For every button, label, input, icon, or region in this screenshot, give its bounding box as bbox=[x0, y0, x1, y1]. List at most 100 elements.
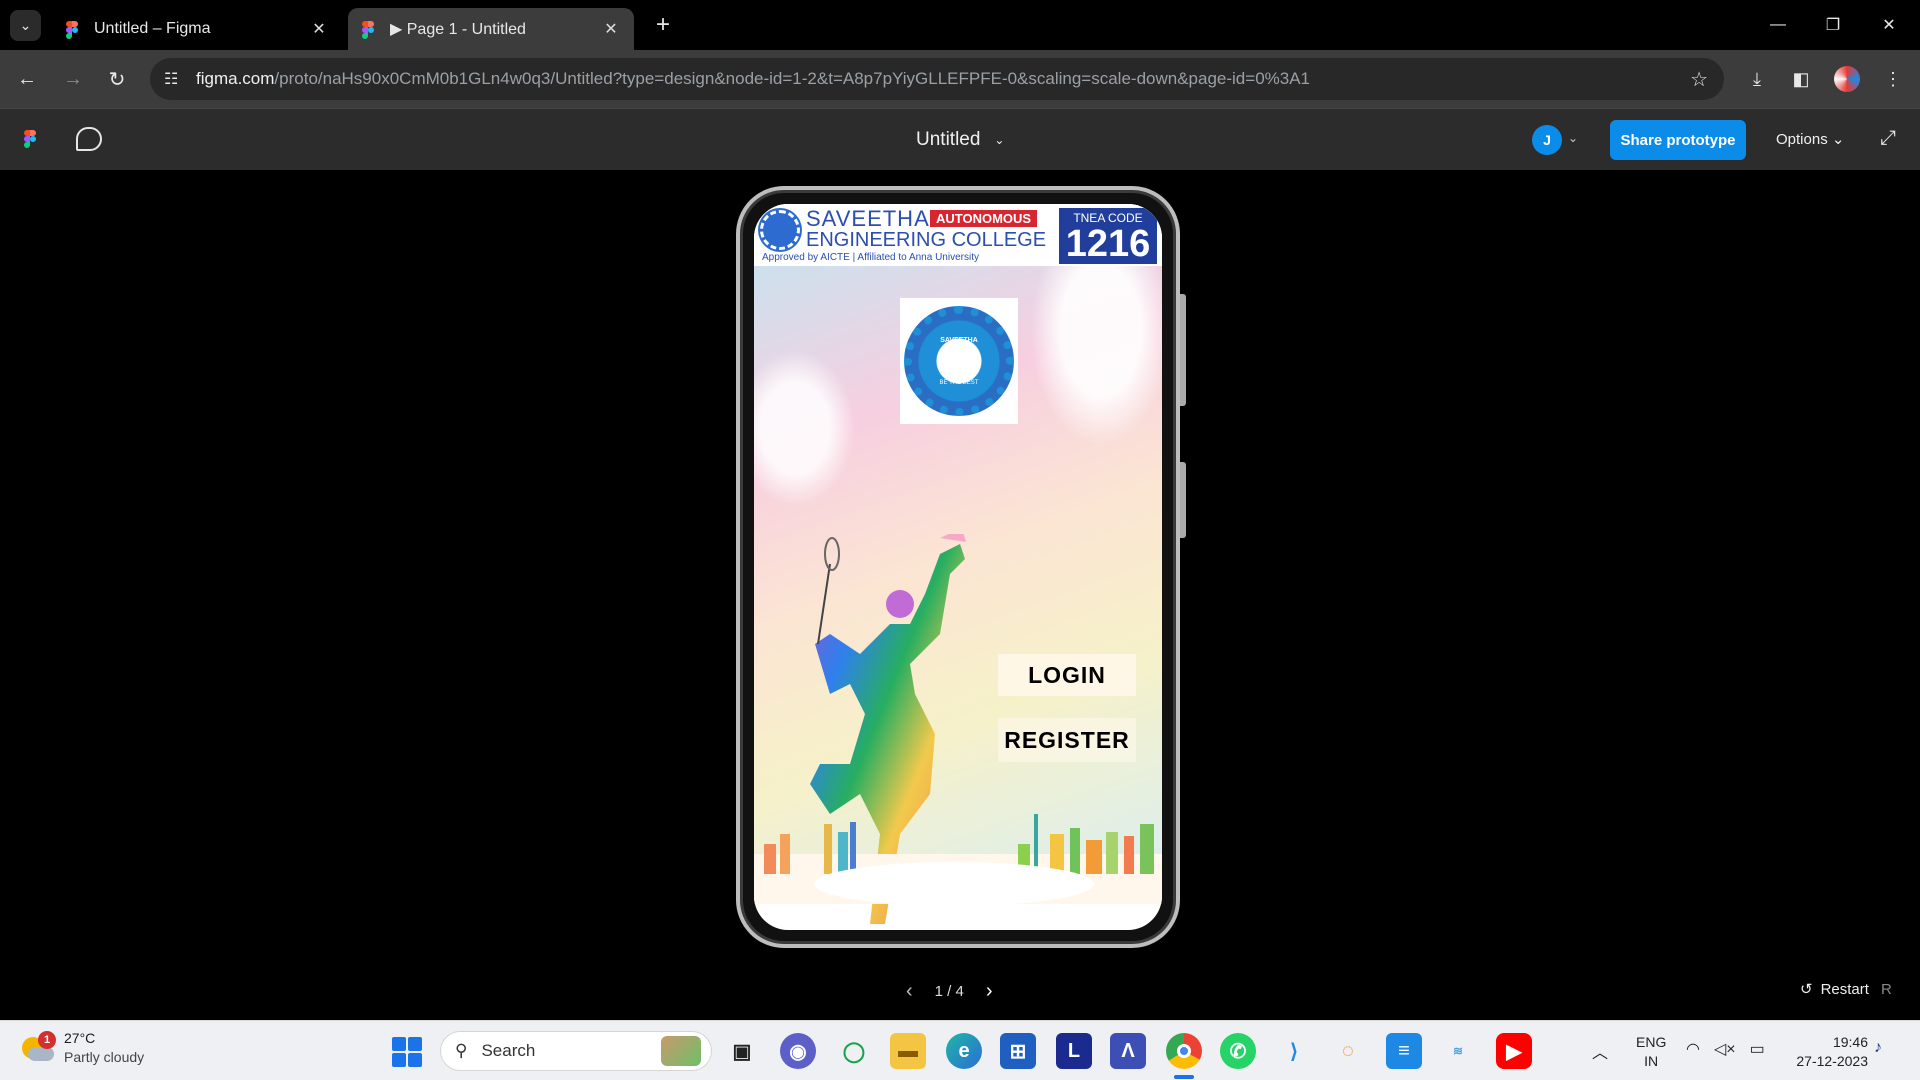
weather-temperature: 27°C bbox=[64, 1030, 96, 1046]
microsoft-store-icon[interactable]: ⊞ bbox=[1000, 1033, 1036, 1069]
close-tab-icon[interactable]: ✕ bbox=[310, 19, 328, 39]
clock-time: 19:46 bbox=[1832, 1034, 1868, 1050]
phone-screen: SAVEETHA AUTONOMOUS ENGINEERING COLLEGE … bbox=[754, 204, 1162, 930]
options-label: Options bbox=[1776, 131, 1828, 148]
system-tray: ◠ ◁× ▭ bbox=[1686, 1039, 1765, 1059]
language-indicator[interactable]: ENG IN bbox=[1636, 1033, 1666, 1071]
camu-app-icon[interactable]: ≋ bbox=[1440, 1033, 1476, 1069]
search-highlight-image bbox=[661, 1036, 701, 1066]
fullscreen-icon[interactable]: ⤢ bbox=[1880, 127, 1896, 150]
clock-date: 27-12-2023 bbox=[1796, 1053, 1868, 1069]
start-button[interactable] bbox=[392, 1037, 422, 1067]
login-button[interactable]: LOGIN bbox=[998, 654, 1136, 696]
chevron-down-icon: ⌄ bbox=[1831, 131, 1845, 148]
phone-frame: SAVEETHA AUTONOMOUS ENGINEERING COLLEGE … bbox=[736, 186, 1186, 948]
back-button[interactable]: ← bbox=[10, 62, 44, 96]
restart-label: Restart bbox=[1820, 980, 1869, 998]
logo-name: SAVEETHA bbox=[940, 336, 978, 344]
tnea-code-number: 1216 bbox=[1065, 223, 1151, 265]
frame-counter: 1 / 4 bbox=[934, 983, 964, 1000]
college-logo: SAVEETHA BE THE BEST bbox=[900, 298, 1018, 424]
options-menu[interactable]: Options ⌄ bbox=[1776, 130, 1844, 148]
partly-cloudy-icon: 1 bbox=[20, 1031, 56, 1065]
notepad-icon[interactable]: ≡ bbox=[1386, 1033, 1422, 1069]
chevron-down-icon[interactable]: ⌄ bbox=[1568, 131, 1578, 145]
url-path: /proto/naHs90x0CmM0b1GLn4w0q3/Untitled?t… bbox=[274, 69, 1311, 88]
forward-button[interactable]: → bbox=[56, 62, 90, 96]
comment-icon[interactable] bbox=[76, 127, 102, 151]
browser-toolbar: ← → ↻ ☷ figma.com/proto/naHs90x0CmM0b1GL… bbox=[0, 50, 1920, 108]
site-settings-icon[interactable]: ☷ bbox=[164, 69, 178, 89]
battery-icon[interactable]: ▭ bbox=[1750, 1039, 1765, 1059]
college-name-line2: ENGINEERING COLLEGE bbox=[806, 229, 1047, 251]
search-icon: ⚲ bbox=[455, 1041, 468, 1060]
side-panel-icon[interactable]: ◧ bbox=[1784, 62, 1818, 96]
chevron-down-icon: ⌄ bbox=[994, 133, 1005, 147]
vector-app-icon[interactable]: Λ bbox=[1110, 1033, 1146, 1069]
youtube-icon[interactable]: ▶ bbox=[1496, 1033, 1532, 1069]
copilot-icon[interactable]: ◯ bbox=[836, 1033, 872, 1069]
phone-side-button bbox=[1180, 294, 1186, 406]
edge-browser-icon[interactable]: e bbox=[946, 1033, 982, 1069]
tab-title: ▶ Page 1 - Untitled bbox=[390, 21, 526, 38]
next-frame-icon[interactable]: › bbox=[986, 980, 993, 1003]
clock[interactable]: 19:46 27-12-2023 bbox=[1786, 1033, 1868, 1071]
register-button[interactable]: REGISTER bbox=[998, 718, 1136, 762]
restore-button[interactable]: ❐ bbox=[1810, 8, 1856, 42]
task-view-icon[interactable]: ▣ bbox=[724, 1033, 760, 1069]
browser-tabstrip: ⌄ Untitled – Figma ✕ ▶ Page 1 - Untitled… bbox=[0, 0, 1920, 50]
download-icon[interactable]: ⤓ bbox=[1740, 62, 1774, 96]
figma-favicon-icon bbox=[362, 21, 378, 39]
browser-menu-icon[interactable]: ⋮ bbox=[1876, 62, 1910, 96]
city-skyline-illustration bbox=[754, 814, 1162, 904]
college-banner: SAVEETHA AUTONOMOUS ENGINEERING COLLEGE … bbox=[754, 204, 1162, 266]
jupyter-icon[interactable]: ◌ bbox=[1330, 1033, 1366, 1069]
show-hidden-icons-icon[interactable]: ︿ bbox=[1592, 1039, 1608, 1063]
chrome-browser-icon[interactable] bbox=[1166, 1033, 1202, 1069]
tab-search-button[interactable]: ⌄ bbox=[10, 10, 41, 41]
weather-widget[interactable]: 1 27°C Partly cloudy bbox=[20, 1029, 144, 1067]
previous-frame-icon[interactable]: ‹ bbox=[906, 980, 913, 1003]
file-title-menu[interactable]: Untitled ⌄ bbox=[916, 129, 1004, 151]
prototype-canvas: SAVEETHA AUTONOMOUS ENGINEERING COLLEGE … bbox=[0, 170, 1920, 1020]
figma-prototype-bar: Untitled ⌄ J ⌄ Share prototype Options ⌄… bbox=[0, 108, 1920, 170]
whatsapp-icon[interactable]: ✆ bbox=[1220, 1033, 1256, 1069]
tab-figma-file[interactable]: Untitled – Figma ✕ bbox=[52, 8, 342, 50]
user-avatar[interactable]: J bbox=[1532, 125, 1562, 155]
file-explorer-icon[interactable]: ▬ bbox=[890, 1033, 926, 1069]
share-prototype-button[interactable]: Share prototype bbox=[1610, 120, 1746, 160]
volume-muted-icon[interactable]: ◁× bbox=[1714, 1039, 1736, 1059]
url-host: figma.com bbox=[196, 69, 275, 88]
minimize-button[interactable]: — bbox=[1755, 8, 1801, 42]
new-tab-button[interactable]: + bbox=[648, 10, 678, 40]
tab-prototype[interactable]: ▶ Page 1 - Untitled ✕ bbox=[348, 8, 634, 50]
profile-avatar[interactable] bbox=[1830, 62, 1864, 96]
teams-chat-icon[interactable]: ◉ bbox=[780, 1033, 816, 1069]
frame-pager: ‹ 1 / 4 › bbox=[906, 980, 993, 1003]
autonomous-badge: AUTONOMOUS bbox=[930, 210, 1038, 227]
vscode-icon[interactable]: ⟩ bbox=[1276, 1033, 1312, 1069]
weather-description: Partly cloudy bbox=[64, 1049, 145, 1065]
notification-bell-icon[interactable]: ♪ bbox=[1874, 1039, 1882, 1057]
active-app-indicator bbox=[1174, 1075, 1194, 1079]
college-emblem-icon bbox=[760, 210, 800, 250]
reload-button[interactable]: ↻ bbox=[100, 62, 134, 96]
bookmark-star-icon[interactable]: ☆ bbox=[1690, 67, 1708, 92]
figma-logo-icon[interactable] bbox=[24, 130, 36, 153]
file-title: Untitled bbox=[916, 129, 981, 150]
notification-badge: 1 bbox=[38, 1031, 56, 1049]
address-bar[interactable]: ☷ figma.com/proto/naHs90x0CmM0b1GLn4w0q3… bbox=[150, 58, 1724, 100]
phone-side-button bbox=[1180, 462, 1186, 538]
region-code: IN bbox=[1644, 1053, 1659, 1069]
taskbar-search[interactable]: ⚲ Search bbox=[440, 1031, 712, 1071]
restart-icon: ↺ bbox=[1800, 981, 1813, 998]
tab-title: Untitled – Figma bbox=[94, 20, 211, 37]
search-label: Search bbox=[481, 1041, 536, 1060]
lens-app-icon[interactable]: L bbox=[1056, 1033, 1092, 1069]
close-tab-icon[interactable]: ✕ bbox=[602, 19, 620, 39]
close-window-button[interactable]: ✕ bbox=[1866, 8, 1912, 42]
figma-favicon-icon bbox=[66, 21, 82, 39]
restart-button[interactable]: ↺ Restart R bbox=[1800, 980, 1892, 999]
tnea-code-box: TNEA CODE 1216 bbox=[1059, 208, 1157, 264]
wifi-icon[interactable]: ◠ bbox=[1686, 1039, 1700, 1059]
